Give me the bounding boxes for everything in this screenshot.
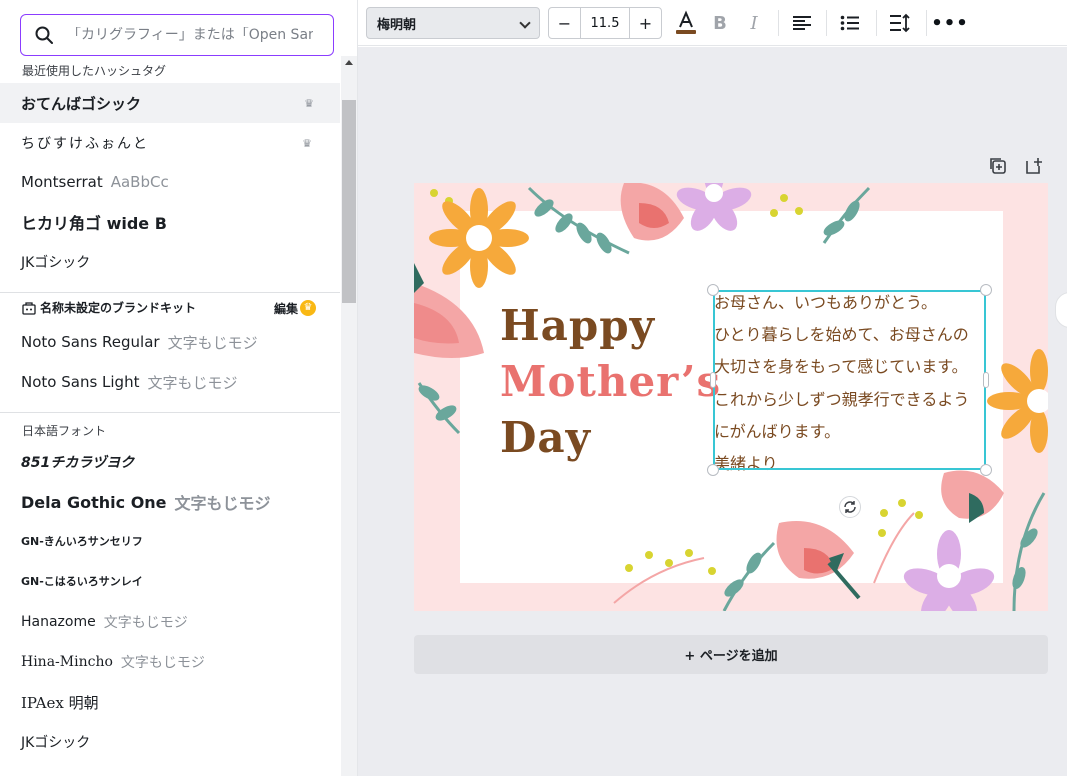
crown-badge-icon: ♛ xyxy=(300,300,316,316)
font-item-hina-mincho[interactable]: Hina-Mincho 文字もじモジ xyxy=(0,642,340,682)
font-name: Noto Sans Regular xyxy=(21,333,160,351)
font-name: GN-こはるいろサンレイ xyxy=(21,575,143,588)
font-name: Hanazome xyxy=(21,614,96,630)
font-name: GN-きんいろサンセリフ xyxy=(21,535,143,548)
chevron-down-icon xyxy=(519,17,531,29)
font-item-otenba-gothic[interactable]: おてんばゴシック ♛ xyxy=(0,83,340,123)
selection-box[interactable] xyxy=(713,290,986,470)
scrollbar-thumb[interactable] xyxy=(342,100,356,303)
font-item-gn-kiniro[interactable]: GN-きんいろサンセリフ xyxy=(0,521,340,561)
card-title[interactable]: Happy Mother’s Day xyxy=(500,298,721,466)
font-item-hanazome[interactable]: Hanazome 文字もじモジ xyxy=(0,602,340,642)
font-item-noto-regular[interactable]: Noto Sans Regular 文字もじモジ xyxy=(0,322,340,362)
add-page-button[interactable]: + ページを追加 xyxy=(414,635,1048,674)
font-name: IPAex 明朝 xyxy=(21,693,99,712)
font-name: 851チカラヅヨク xyxy=(21,455,135,471)
align-left-icon[interactable] xyxy=(790,8,814,38)
font-item-jk-gothic-2[interactable]: JKゴシック xyxy=(0,722,340,762)
resize-handle-bl[interactable] xyxy=(707,464,719,476)
font-name: JKゴシック xyxy=(21,735,91,751)
font-item-hikari[interactable]: ヒカリ角ゴ wide B xyxy=(0,202,340,242)
font-family-dropdown[interactable]: 梅明朝 xyxy=(366,7,540,39)
toolbar-separator xyxy=(926,10,927,36)
text-toolbar: 梅明朝 − 11.5 + B I ••• xyxy=(358,0,1067,46)
font-item-ipaex-mincho[interactable]: IPAex 明朝 xyxy=(0,682,340,722)
font-name: Montserrat xyxy=(21,173,103,191)
resize-handle-left[interactable] xyxy=(710,372,716,388)
font-sample: 文字もじモジ xyxy=(103,615,188,631)
resize-handle-tl[interactable] xyxy=(707,284,719,296)
font-search-box[interactable] xyxy=(20,14,334,56)
resize-handle-br[interactable] xyxy=(980,464,992,476)
font-name: ヒカリ角ゴ wide B xyxy=(21,214,167,233)
font-family-value: 梅明朝 xyxy=(377,17,417,33)
crown-icon: ♛ xyxy=(302,137,314,150)
font-item-gn-koharu[interactable]: GN-こはるいろサンレイ xyxy=(0,561,340,601)
resize-handle-tr[interactable] xyxy=(980,284,992,296)
font-name: Dela Gothic One xyxy=(21,492,167,512)
font-sample: 文字もじモジ xyxy=(120,655,205,671)
font-item-dela-gothic[interactable]: Dela Gothic One 文字もじモジ xyxy=(0,482,340,522)
search-icon xyxy=(35,26,53,44)
font-panel: 最近使用したハッシュタグ おてんばゴシック ♛ ちびすけふぉんと ♛ Monts… xyxy=(0,0,358,776)
font-name: おてんばゴシック xyxy=(21,94,142,113)
rotate-handle-icon[interactable] xyxy=(839,496,861,518)
font-name: Noto Sans Light xyxy=(21,373,140,391)
brand-edit-link[interactable]: 編集 xyxy=(274,300,298,317)
italic-icon[interactable]: I xyxy=(742,8,766,38)
divider xyxy=(0,412,340,413)
more-options-icon[interactable]: ••• xyxy=(931,8,968,38)
brand-kit-icon xyxy=(22,301,36,315)
crown-icon: ♛ xyxy=(304,97,314,110)
font-size-input[interactable]: 11.5 xyxy=(580,8,630,38)
bullet-list-icon[interactable] xyxy=(838,8,862,38)
card-title-happy: Happy xyxy=(500,301,656,350)
section-title-brand: 名称未設定のブランドキット xyxy=(40,301,197,315)
font-item-noto-light[interactable]: Noto Sans Light 文字もじモジ xyxy=(0,362,340,402)
line-spacing-icon[interactable] xyxy=(888,8,912,38)
bold-icon[interactable]: B xyxy=(708,8,732,38)
toolbar-separator xyxy=(876,10,877,36)
font-sample: AaBbCc xyxy=(110,173,169,191)
scroll-up-arrow-icon[interactable] xyxy=(345,60,353,65)
font-item-851[interactable]: 851チカラヅヨク xyxy=(0,442,340,482)
font-sample: 文字もじモジ xyxy=(167,333,258,352)
text-color-button[interactable] xyxy=(672,8,700,38)
add-page-icon[interactable] xyxy=(1024,156,1044,176)
duplicate-page-icon[interactable] xyxy=(988,156,1008,176)
font-sample: 文字もじモジ xyxy=(174,494,271,513)
text-color-icon xyxy=(676,10,696,34)
section-title-recent: 最近使用したハッシュタグ xyxy=(22,64,167,78)
decrease-size-button[interactable]: − xyxy=(549,8,580,38)
font-name: Hina-Mincho xyxy=(21,654,113,670)
toolbar-separator xyxy=(778,10,779,36)
divider xyxy=(0,292,340,293)
font-size-stepper: − 11.5 + xyxy=(548,7,662,39)
font-name: ちびすけふぉんと xyxy=(21,136,149,152)
font-sample: 文字もじモジ xyxy=(147,373,238,392)
increase-size-button[interactable]: + xyxy=(630,8,661,38)
toolbar-separator xyxy=(826,10,827,36)
font-name: JKゴシック xyxy=(21,255,91,271)
font-item-jk-gothic[interactable]: JKゴシック xyxy=(0,242,340,282)
card-title-mothers: Mother’s xyxy=(500,357,722,406)
resize-handle-right[interactable] xyxy=(983,372,989,388)
card-title-day: Day xyxy=(500,413,592,462)
font-search-input[interactable] xyxy=(67,27,313,43)
font-item-montserrat[interactable]: Montserrat AaBbCc xyxy=(0,162,340,202)
section-title-japanese: 日本語フォント xyxy=(22,424,107,438)
font-item-chibisuke[interactable]: ちびすけふぉんと ♛ xyxy=(0,123,340,163)
